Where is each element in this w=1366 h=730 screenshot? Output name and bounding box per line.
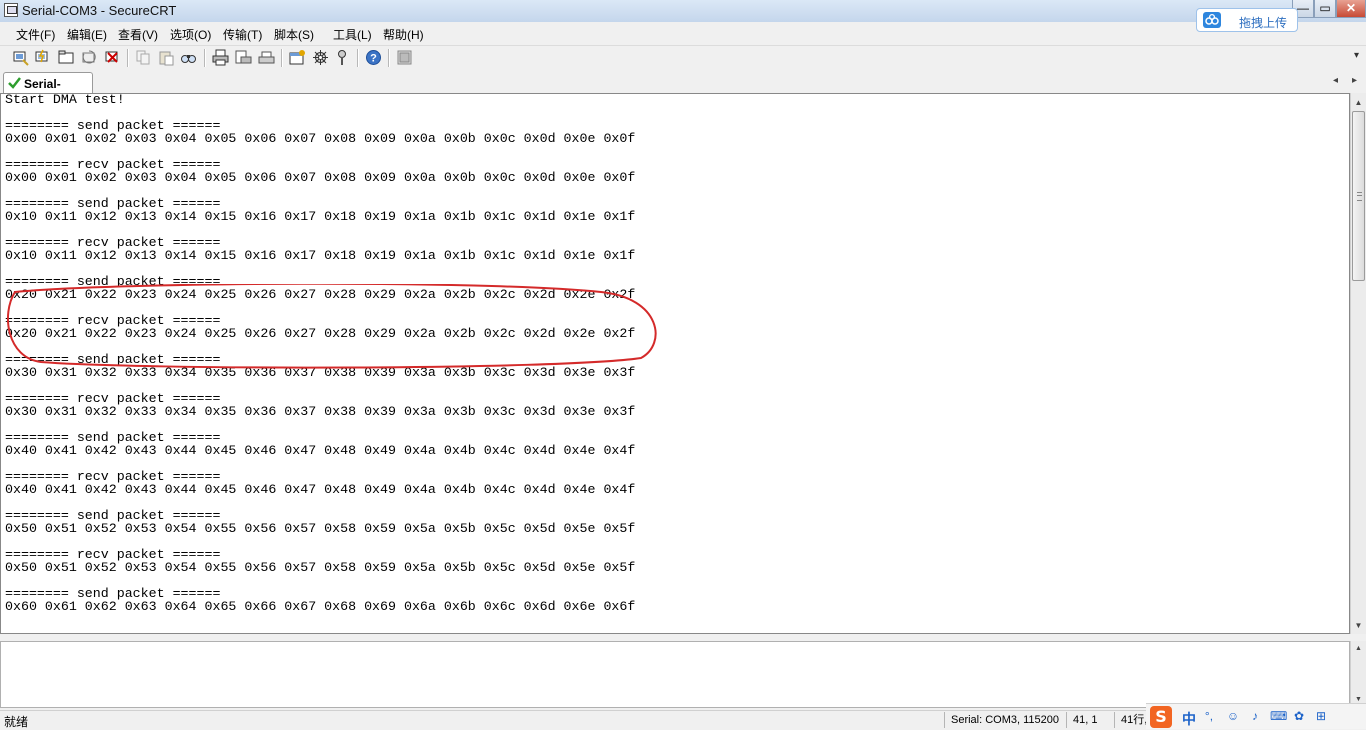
scroll-grip [1357, 192, 1362, 201]
securecrt-app-icon[interactable] [4, 3, 18, 17]
terminal-text: Start DMA test! ======== send packet ===… [1, 93, 636, 614]
toolbar-overflow-icon[interactable]: ▾ [1354, 50, 1359, 61]
scroll-up-icon[interactable]: ▲ [1351, 95, 1366, 110]
menu-transfer[interactable]: 传输(T) [223, 26, 262, 43]
window-title: Serial-COM3 - SecureCRT [22, 3, 177, 18]
connect-in-tab-icon[interactable] [58, 49, 75, 66]
terminal-line: 0x50 0x51 0x52 0x53 0x54 0x55 0x56 0x57 … [5, 560, 636, 575]
scroll-down-icon[interactable]: ▼ [1351, 618, 1366, 633]
tab-next-icon[interactable]: ▸ [1352, 75, 1357, 86]
toolbar-separator [388, 49, 390, 67]
menu-bar: 文件(F) 编辑(E) 查看(V) 选项(O) 传输(T) 脚本(S) 工具(L… [0, 22, 1366, 44]
tab-prev-icon[interactable]: ◂ [1333, 75, 1338, 86]
scroll-thumb[interactable] [1352, 111, 1365, 281]
find-icon[interactable] [180, 49, 197, 66]
status-cursor: 41, 1 [1066, 712, 1119, 728]
terminal-line: 0x30 0x31 0x32 0x33 0x34 0x35 0x36 0x37 … [5, 365, 636, 380]
reconnect-icon[interactable] [81, 49, 98, 66]
drag-upload-button[interactable]: 拖拽上传 [1196, 8, 1298, 32]
terminal-line: 0x40 0x41 0x42 0x43 0x44 0x45 0x46 0x47 … [5, 443, 636, 458]
close-button[interactable]: ✕ [1336, 0, 1366, 18]
quick-connect-icon[interactable] [34, 49, 51, 66]
terminal-line: 0x10 0x11 0x12 0x13 0x14 0x15 0x16 0x17 … [5, 209, 636, 224]
session-options-icon[interactable] [289, 49, 306, 66]
ime-emoji-icon[interactable]: ☺ [1226, 709, 1240, 723]
disconnect-icon[interactable] [104, 49, 121, 66]
print-icon[interactable] [212, 49, 229, 66]
terminal-line: 0x30 0x31 0x32 0x33 0x34 0x35 0x36 0x37 … [5, 404, 636, 419]
ime-punctuation-icon[interactable]: °, [1202, 709, 1216, 723]
help-icon[interactable]: ? [365, 49, 382, 66]
session-tab-bar: Serial-COM3 ◂ ▸ [0, 70, 1366, 105]
input-scroll-up-icon[interactable]: ▲ [1351, 643, 1366, 655]
print-selection-icon[interactable] [258, 49, 275, 66]
menu-view[interactable]: 查看(V) [118, 26, 158, 43]
menu-script[interactable]: 脚本(S) [274, 26, 314, 43]
connected-check-icon [8, 77, 21, 89]
maximize-button[interactable]: ▭ [1314, 0, 1336, 18]
tab-serial-com3[interactable]: Serial-COM3 [3, 72, 93, 105]
toolbar-separator [127, 49, 129, 67]
terminal-line: 0x10 0x11 0x12 0x13 0x14 0x15 0x16 0x17 … [5, 248, 636, 263]
terminal-output[interactable]: Start DMA test! ======== send packet ===… [0, 93, 1350, 634]
terminal-line: 0x00 0x01 0x02 0x03 0x04 0x05 0x06 0x07 … [5, 131, 636, 146]
command-input-area[interactable] [0, 641, 1350, 708]
menu-options[interactable]: 选项(O) [170, 26, 211, 43]
terminal-line: 0x00 0x01 0x02 0x03 0x04 0x05 0x06 0x07 … [5, 170, 636, 185]
cloud-icon [1203, 12, 1221, 28]
toolbar-separator [281, 49, 283, 67]
print-setup-icon[interactable] [235, 49, 252, 66]
ime-skin-icon[interactable]: ✿ [1292, 709, 1306, 723]
terminal-scrollbar[interactable]: ▲ ▼ [1350, 93, 1366, 634]
terminal-line: Start DMA test! [5, 93, 125, 107]
input-scrollbar[interactable]: ▲ ▼ [1350, 641, 1366, 708]
sogou-ime-logo-icon[interactable]: S [1150, 706, 1172, 728]
terminal-line: 0x40 0x41 0x42 0x43 0x44 0x45 0x46 0x47 … [5, 482, 636, 497]
about-icon[interactable] [396, 49, 413, 66]
global-options-icon[interactable] [312, 49, 329, 66]
ime-tools-icon[interactable]: ⊞ [1314, 709, 1328, 723]
toolbar-separator [357, 49, 359, 67]
toolbar-separator [204, 49, 206, 67]
menu-help[interactable]: 帮助(H) [383, 26, 424, 43]
paste-icon[interactable] [158, 49, 175, 66]
drag-upload-label: 拖拽上传 [1239, 16, 1288, 30]
menu-file[interactable]: 文件(F) [16, 26, 55, 43]
menu-edit[interactable]: 编辑(E) [67, 26, 107, 43]
title-bar: Serial-COM3 - SecureCRT — ▭ ✕ [0, 0, 1366, 23]
ime-chinese-mode[interactable]: 中 [1182, 709, 1196, 729]
ime-keyboard-icon[interactable]: ⌨ [1270, 709, 1287, 723]
terminal-line: 0x20 0x21 0x22 0x23 0x24 0x25 0x26 0x27 … [5, 287, 636, 302]
menu-tools[interactable]: 工具(L) [333, 26, 372, 43]
terminal-line: 0x60 0x61 0x62 0x63 0x64 0x65 0x66 0x67 … [5, 599, 636, 614]
copy-icon[interactable] [135, 49, 152, 66]
terminal-line: 0x50 0x51 0x52 0x53 0x54 0x55 0x56 0x57 … [5, 521, 636, 536]
ime-voice-icon[interactable]: ♪ [1248, 709, 1262, 723]
status-ready: 就绪 [4, 715, 29, 729]
svg-text:?: ? [370, 53, 377, 65]
status-connection: Serial: COM3, 115200 [944, 712, 1063, 728]
ime-toolbar: S 中 °, ☺ ♪ ⌨ ✿ ⊞ [1146, 703, 1366, 729]
terminal-line: 0x20 0x21 0x22 0x23 0x24 0x25 0x26 0x27 … [5, 326, 636, 341]
toolbar: ? ▾ [0, 45, 1366, 71]
keymap-icon[interactable] [334, 49, 351, 66]
status-bar: 就绪 Serial: COM3, 115200 41, 1 41行, S 中 °… [0, 703, 1366, 729]
connect-icon[interactable] [12, 49, 29, 66]
